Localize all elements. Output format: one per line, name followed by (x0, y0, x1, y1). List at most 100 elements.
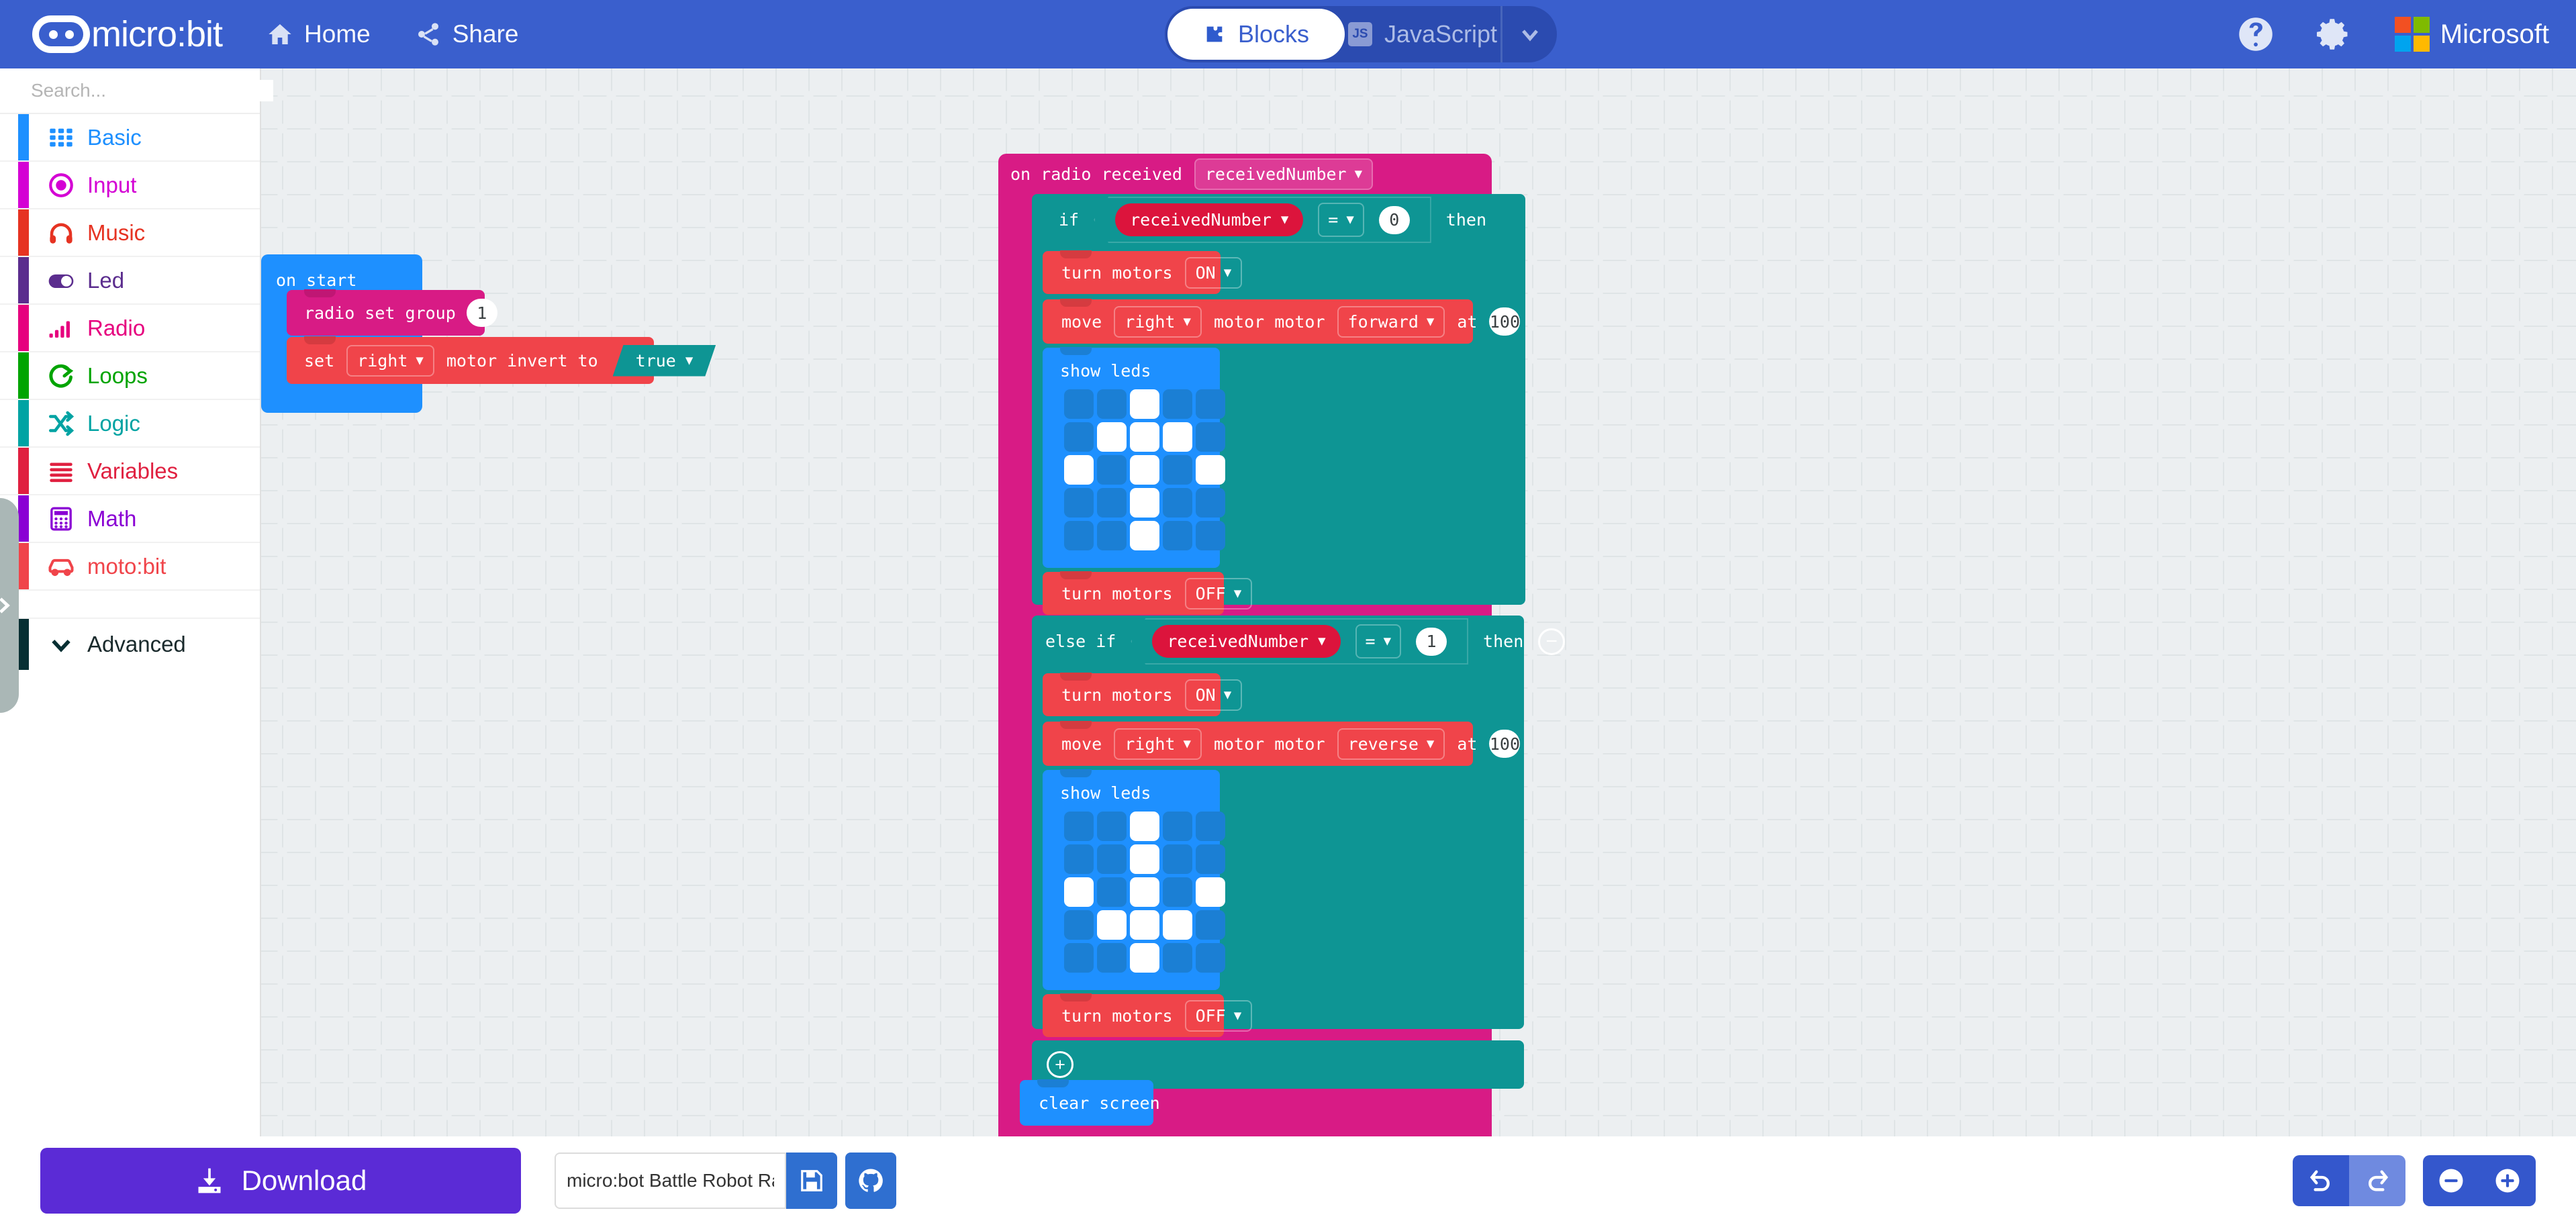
plus-icon[interactable]: + (1047, 1051, 1074, 1078)
led-cell[interactable] (1130, 844, 1159, 874)
gear-icon[interactable] (2316, 17, 2352, 52)
help-icon[interactable] (2238, 16, 2274, 52)
led-cell[interactable] (1097, 521, 1127, 550)
remove-branch-button[interactable]: − (1538, 628, 1566, 655)
led-cell[interactable] (1064, 812, 1094, 841)
led-cell[interactable] (1064, 422, 1094, 452)
sidebar-item-variables[interactable]: Variables (0, 448, 260, 495)
block-clear-screen[interactable]: clear screen (1020, 1079, 1160, 1126)
led-cell[interactable] (1097, 389, 1127, 419)
led-cell[interactable] (1097, 488, 1127, 518)
led-cell[interactable] (1097, 910, 1127, 940)
led-cell[interactable] (1196, 488, 1225, 518)
home-button[interactable]: Home (267, 20, 371, 48)
save-button[interactable] (786, 1153, 837, 1209)
sidebar-item-math[interactable]: Math (0, 495, 260, 543)
block-turn-motors-1[interactable]: turn motors ON ▼ (1043, 250, 1243, 294)
led-cell[interactable] (1130, 877, 1159, 907)
move-direction-dropdown-1[interactable]: forward ▼ (1337, 305, 1445, 338)
block-set-motor-invert[interactable]: set right ▼ motor invert to true ▼ (287, 336, 654, 384)
block-show-leds-1[interactable]: show leds (1043, 347, 1225, 568)
led-cell[interactable] (1064, 455, 1094, 485)
move-direction-dropdown-2[interactable]: reverse ▼ (1337, 728, 1445, 760)
led-cell[interactable] (1163, 455, 1192, 485)
elseif-compare-value[interactable]: 1 (1416, 627, 1447, 656)
block-show-leds-2[interactable]: show leds (1043, 769, 1225, 990)
led-cell[interactable] (1097, 422, 1127, 452)
led-cell[interactable] (1196, 877, 1225, 907)
led-cell[interactable] (1196, 521, 1225, 550)
sidebar-item-basic[interactable]: Basic (0, 114, 260, 162)
sidebar-item-logic[interactable]: Logic (0, 400, 260, 448)
led-cell[interactable] (1097, 455, 1127, 485)
github-button[interactable] (845, 1153, 896, 1209)
undo-button[interactable] (2293, 1155, 2349, 1206)
if-operator-dropdown[interactable]: = ▼ (1318, 203, 1364, 237)
led-cell[interactable] (1064, 877, 1094, 907)
blocks-workspace[interactable]: on start radio set group 1 set right ▼ mo… (261, 68, 2576, 1136)
if-condition-1[interactable]: receivedNumber ▼ = ▼ 0 (1094, 197, 1431, 243)
move-motor-dropdown-1[interactable]: right ▼ (1114, 305, 1202, 338)
led-cell[interactable] (1163, 910, 1192, 940)
block-turn-motors-2[interactable]: turn motors ON ▼ (1043, 673, 1243, 716)
sidebar-item-loops[interactable]: Loops (0, 352, 260, 400)
led-cell[interactable] (1130, 488, 1159, 518)
turn-motors-dropdown-1[interactable]: ON ▼ (1184, 256, 1243, 289)
led-cell[interactable] (1097, 943, 1127, 973)
led-cell[interactable] (1130, 422, 1159, 452)
microbit-logo[interactable]: micro:bit (32, 13, 223, 55)
elseif-operator-dropdown[interactable]: = ▼ (1355, 624, 1402, 658)
search-box[interactable] (0, 68, 273, 114)
sidebar-item-radio[interactable]: Radio (0, 305, 260, 352)
block-turn-motors-off-1[interactable]: turn motors OFF ▼ (1043, 571, 1253, 615)
share-button[interactable]: Share (415, 20, 518, 48)
led-cell[interactable] (1163, 877, 1192, 907)
led-cell[interactable] (1064, 844, 1094, 874)
download-button[interactable]: Download (40, 1148, 521, 1214)
search-input[interactable] (31, 80, 273, 101)
led-cell[interactable] (1130, 910, 1159, 940)
led-cell[interactable] (1196, 455, 1225, 485)
led-cell[interactable] (1196, 910, 1225, 940)
redo-button[interactable] (2349, 1155, 2405, 1206)
block-turn-motors-off-2[interactable]: turn motors OFF ▼ (1043, 993, 1253, 1037)
led-matrix-1[interactable] (1064, 389, 1225, 550)
led-cell[interactable] (1196, 422, 1225, 452)
led-cell[interactable] (1130, 455, 1159, 485)
sidebar-item-input[interactable]: Input (0, 162, 260, 209)
led-cell[interactable] (1163, 812, 1192, 841)
set-invert-value-dropdown[interactable]: true ▼ (613, 345, 716, 377)
move-motor-dropdown-2[interactable]: right ▼ (1114, 728, 1202, 760)
led-cell[interactable] (1130, 521, 1159, 550)
sidebar-item-music[interactable]: Music (0, 209, 260, 257)
led-cell[interactable] (1163, 521, 1192, 550)
tab-blocks[interactable]: Blocks (1167, 9, 1345, 60)
led-cell[interactable] (1196, 844, 1225, 874)
zoom-out-button[interactable] (2423, 1155, 2479, 1206)
turn-motors-dropdown-2[interactable]: ON ▼ (1184, 679, 1243, 711)
led-matrix-2[interactable] (1064, 812, 1225, 973)
block-move-motor-2[interactable]: move right ▼ motor motor reverse ▼ at 100 (1043, 721, 1521, 766)
led-cell[interactable] (1163, 488, 1192, 518)
radio-group-value[interactable]: 1 (466, 299, 497, 327)
sidebar-item-led[interactable]: Led (0, 257, 260, 305)
project-name-input[interactable] (555, 1153, 786, 1209)
led-cell[interactable] (1196, 389, 1225, 419)
set-invert-motor-dropdown[interactable]: right ▼ (346, 344, 434, 377)
turn-motors-off-dropdown-2[interactable]: OFF ▼ (1184, 999, 1253, 1032)
led-cell[interactable] (1163, 389, 1192, 419)
led-cell[interactable] (1130, 389, 1159, 419)
block-move-motor-1[interactable]: move right ▼ motor motor forward ▼ at 100 (1043, 299, 1521, 344)
led-cell[interactable] (1064, 521, 1094, 550)
elseif-variable-dropdown[interactable]: receivedNumber ▼ (1152, 625, 1341, 658)
if-compare-value[interactable]: 0 (1378, 205, 1410, 234)
led-cell[interactable] (1064, 389, 1094, 419)
led-cell[interactable] (1163, 943, 1192, 973)
led-cell[interactable] (1196, 943, 1225, 973)
led-cell[interactable] (1064, 488, 1094, 518)
if-variable-dropdown[interactable]: receivedNumber ▼ (1115, 203, 1304, 236)
on-radio-received-param-dropdown[interactable]: receivedNumber ▼ (1194, 158, 1374, 190)
led-cell[interactable] (1163, 422, 1192, 452)
led-cell[interactable] (1130, 943, 1159, 973)
zoom-in-button[interactable] (2479, 1155, 2536, 1206)
